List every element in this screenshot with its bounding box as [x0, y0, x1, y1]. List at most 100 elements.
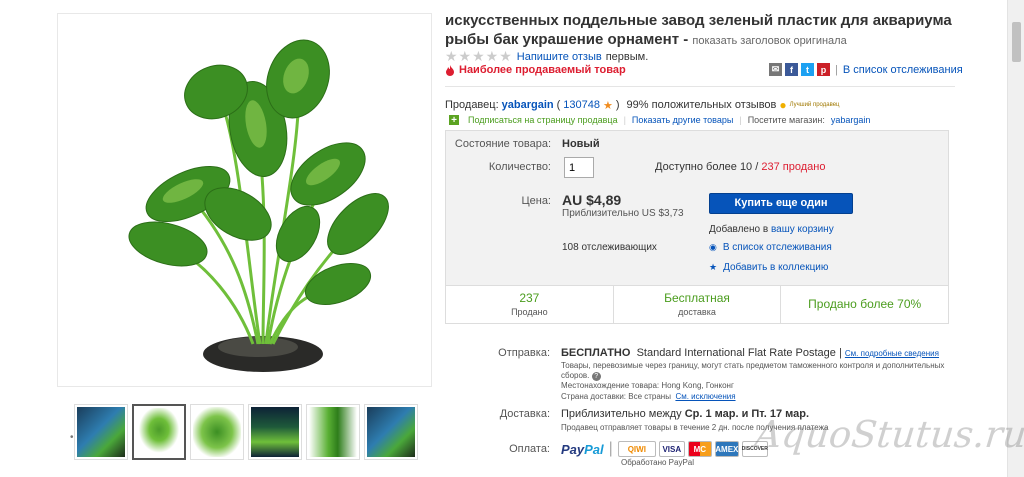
added-label: Добавлено в: [709, 224, 769, 235]
stat-sold-label: Продано: [511, 307, 548, 317]
ship-to-countries: Страна доставки: Все страны См. исключен…: [561, 392, 736, 402]
thumbnail-5[interactable]: [306, 404, 360, 460]
email-icon[interactable]: ✉: [769, 63, 782, 76]
pinterest-icon[interactable]: p: [817, 63, 830, 76]
add-to-watchlist-link[interactable]: В список отслеживания: [843, 64, 963, 76]
feedback-count-link[interactable]: 130748: [563, 99, 600, 111]
show-original-title-link[interactable]: показать заголовок оригинала: [692, 35, 846, 47]
seller-label: Продавец:: [445, 99, 499, 111]
page-scrollbar[interactable]: [1007, 0, 1024, 477]
stat-sold-percent: Продано более 70%: [781, 286, 948, 323]
twitter-icon[interactable]: t: [801, 63, 814, 76]
stat-free-shipping: Бесплатная доставка: [614, 286, 782, 323]
thumbnail-2[interactable]: [132, 404, 186, 460]
paypal-logo: PayPal: [561, 442, 604, 457]
help-icon[interactable]: ?: [591, 372, 601, 381]
stat-sold: 237 Продано: [446, 286, 614, 323]
thumbnail-1[interactable]: [74, 404, 128, 460]
price-label: Цена:: [521, 195, 551, 207]
stat-shipping-value: Бесплатная: [664, 291, 730, 305]
rating-row: ★★★★★ Напишите отзыв первым.: [445, 48, 648, 65]
seller-name-link[interactable]: yabargain: [502, 99, 554, 111]
bestseller-label: Наиболее продаваемый товар: [459, 64, 626, 76]
thumbnail-6[interactable]: [364, 404, 418, 460]
feedback-open-paren: (: [556, 99, 561, 111]
seller-links: + Подписаться на страницу продавца | Пок…: [449, 115, 871, 126]
cart-link[interactable]: вашу корзину: [771, 224, 834, 235]
shipping-free: БЕСПЛАТНО: [561, 347, 631, 359]
payment-label: Оплата:: [509, 443, 550, 455]
buy-another-button[interactable]: Купить еще один: [709, 193, 853, 214]
delivery-label: Доставка:: [499, 408, 550, 420]
stat-shipping-label: доставка: [678, 307, 716, 317]
shipping-details-link[interactable]: См. подробные сведения: [845, 349, 939, 358]
paypal-logo-pay: Pay: [561, 441, 585, 457]
thumb-prev-dot[interactable]: •: [70, 432, 74, 443]
added-to-cart-text: Добавлено в вашу корзину: [709, 224, 834, 235]
collection-action[interactable]: ★ Добавить в коллекцию: [709, 262, 828, 273]
store-name-link[interactable]: yabargain: [831, 115, 871, 125]
exclusions-link[interactable]: См. исключения: [675, 392, 735, 401]
watch-action[interactable]: ◉ В список отслеживания: [709, 242, 832, 253]
feedback-star-icon: ★: [603, 99, 613, 112]
sep-1: |: [623, 115, 626, 125]
price-value: AU $4,89: [562, 192, 622, 208]
shipping-label: Отправка:: [498, 347, 550, 359]
bestseller-badge: Наиболее продаваемый товар: [445, 64, 626, 76]
sold-count: 237 продано: [761, 161, 826, 173]
top-rated-label: Лучший продавец: [789, 102, 840, 108]
amex-logo: AMEX: [714, 441, 739, 457]
visa-logo: VISA: [658, 441, 685, 457]
shipping-info: БЕСПЛАТНО Standard International Flat Ra…: [561, 347, 939, 359]
subscribe-seller-link[interactable]: Подписаться на страницу продавца: [468, 115, 618, 125]
stats-bar: 237 Продано Бесплатная доставка Продано …: [446, 285, 948, 323]
customs-note: Товары, перевозимые через границу, могут…: [561, 361, 945, 370]
aquarium-plant-image: [128, 39, 389, 372]
stat-percent-value: Продано более 70%: [808, 297, 922, 311]
other-items-link[interactable]: Показать другие товары: [632, 115, 733, 125]
customs-note-2: сборов.: [561, 371, 590, 380]
site-watermark: AquoStutus.ru: [752, 413, 1024, 456]
product-title: искусственных поддельные завод зеленый п…: [445, 11, 975, 51]
available-text: Доступно более 10 / 237 продано: [655, 161, 825, 173]
mastercard-logo: MC: [687, 441, 712, 457]
rating-stars-icon: ★★★★★: [445, 48, 513, 64]
subscribe-plus-icon[interactable]: +: [449, 115, 459, 126]
divider-top: [445, 86, 955, 87]
stat-sold-value: 237: [519, 291, 540, 305]
star-icon: ★: [709, 262, 718, 272]
write-review-link[interactable]: Напишите отзыв: [517, 51, 602, 63]
payment-sep: |: [608, 440, 613, 457]
quantity-label: Количество:: [488, 161, 551, 173]
share-bar: ✉ f t p | В список отслеживания: [769, 63, 963, 76]
thumbnail-3[interactable]: [190, 404, 244, 460]
feedback-close-paren: ): [615, 99, 620, 111]
watchers-count: 108 отслеживающих: [562, 242, 657, 253]
item-location: Местонахождение товара: Hong Kong, Гонко…: [561, 381, 734, 390]
sep-2: |: [739, 115, 742, 125]
fire-icon: [446, 64, 454, 76]
share-separator: |: [835, 63, 838, 76]
payment-logos: PayPal | QIWI VISA MC AMEX DISCOVER: [561, 440, 768, 458]
paypal-processed-note: Обработано PayPal: [621, 458, 695, 467]
product-main-image[interactable]: [57, 13, 432, 387]
condition-label: Состояние товара:: [454, 138, 551, 150]
top-rated-medal-icon: ●: [779, 98, 787, 112]
delivery-text: Приблизительно между: [561, 408, 682, 420]
positive-feedback-text: 99% положительных отзывов: [626, 99, 777, 111]
thumbnail-4[interactable]: [248, 404, 302, 460]
paypal-logo-pal: Pal: [584, 441, 604, 457]
qiwi-logo: QIWI: [617, 441, 656, 457]
quantity-input[interactable]: [564, 157, 594, 178]
review-first-text: первым.: [605, 50, 649, 63]
facebook-icon[interactable]: f: [785, 63, 798, 76]
collection-link[interactable]: Добавить в коллекцию: [723, 262, 828, 273]
scrollbar-thumb[interactable]: [1012, 22, 1021, 62]
watch-link[interactable]: В список отслеживания: [723, 242, 832, 253]
available-count: Доступно более 10 /: [655, 161, 759, 173]
price-approx: Приблизительно US $3,73: [562, 208, 684, 219]
visit-store-label: Посетите магазин:: [747, 115, 825, 125]
buy-box: Состояние товара: Новый Количество: Дост…: [445, 130, 949, 324]
countries-text: Страна доставки: Все страны: [561, 392, 671, 401]
customs-note-line2: сборов. ?: [561, 371, 601, 381]
